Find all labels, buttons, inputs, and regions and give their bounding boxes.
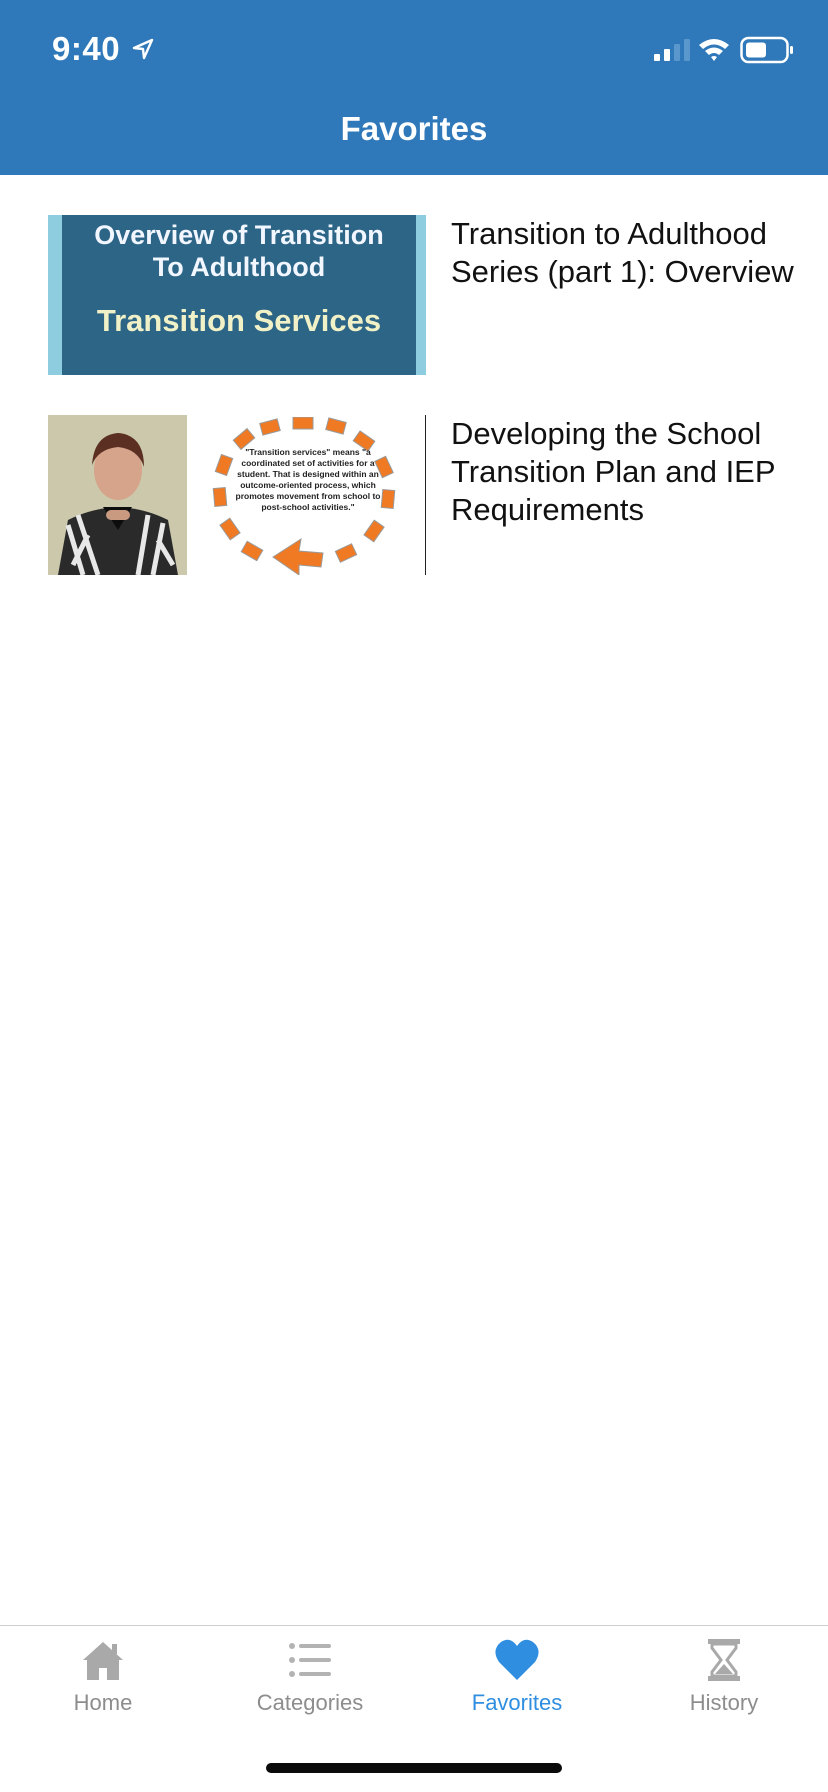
wifi-icon [699,39,729,61]
video-thumbnail[interactable]: Overview of Transition To Adulthood Tran… [48,215,426,375]
tab-label: Favorites [471,1690,563,1715]
presenter-photo [48,415,187,575]
thumbnail-line2: To Adulthood [152,252,326,282]
battery-icon [740,36,793,64]
thumbnail-line1: Overview of Transition [94,220,384,250]
tab-favorites[interactable]: Favorites [437,1636,597,1726]
tab-label: Home [73,1690,133,1715]
favorite-item[interactable]: "Transition services" means "a coordinat… [0,415,828,575]
video-thumbnail[interactable]: "Transition services" means "a coordinat… [48,415,426,575]
tab-label: Categories [256,1690,364,1715]
hourglass-icon [708,1639,740,1681]
home-indicator[interactable] [266,1763,562,1773]
house-icon [83,1642,123,1680]
favorite-title[interactable]: Developing the School Transition Plan an… [451,415,821,529]
thumbnail-heading: Overview of Transition To Adulthood [62,219,416,283]
location-arrow-icon [132,38,154,60]
tab-categories[interactable]: Categories [230,1636,390,1726]
favorite-item[interactable]: Overview of Transition To Adulthood Tran… [0,215,828,375]
thumbnail-quote: "Transition services" means "a coordinat… [235,447,381,512]
tab-home[interactable]: Home [23,1636,183,1726]
thumbnail-line3: Transition Services [96,303,382,338]
tab-history[interactable]: History [644,1636,804,1726]
list-icon [289,1643,331,1677]
tab-label: History [689,1690,759,1715]
page-title: Favorites [340,110,488,147]
status-time: 9:40 [52,30,121,67]
heart-icon [495,1639,539,1680]
navigation-header: 9:40 Favorites [0,0,828,175]
favorite-title[interactable]: Transition to Adulthood Series (part 1):… [451,215,821,291]
cellular-signal-icon [654,39,690,61]
